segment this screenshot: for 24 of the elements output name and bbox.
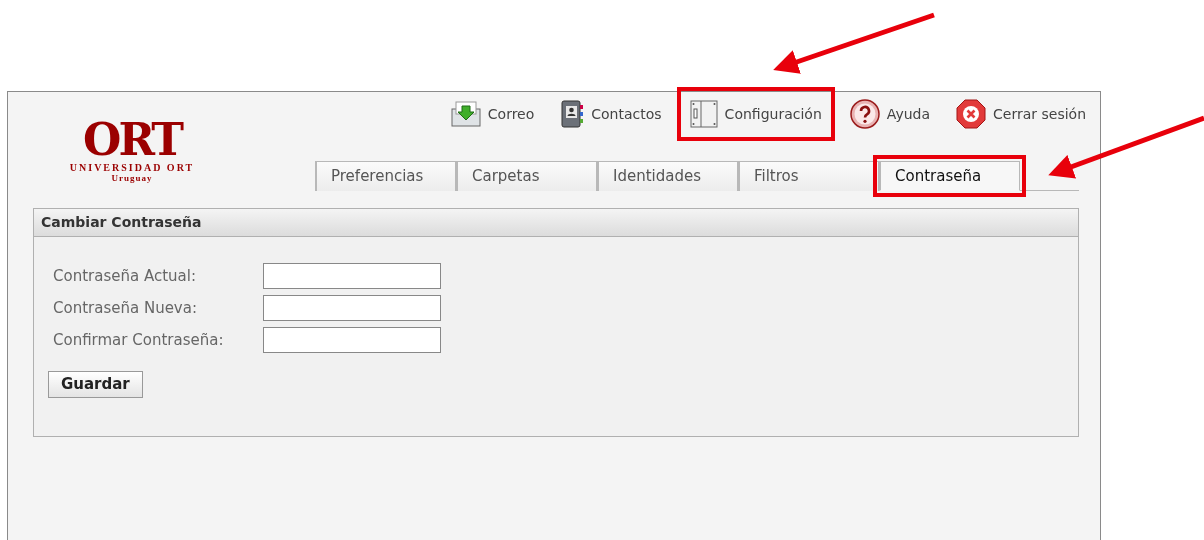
nav-link[interactable]: Contactos bbox=[560, 98, 662, 130]
inbox-icon bbox=[450, 101, 481, 127]
help-icon bbox=[849, 99, 880, 129]
password-field[interactable] bbox=[263, 327, 441, 353]
field-label: Contraseña Nueva: bbox=[53, 297, 198, 319]
password-field[interactable] bbox=[263, 263, 441, 289]
save-button[interactable]: Guardar bbox=[48, 371, 143, 398]
logo-subtitle: Uruguay bbox=[111, 173, 153, 183]
address-book-icon bbox=[560, 100, 585, 128]
nav-link[interactable]: Ayuda bbox=[849, 98, 931, 130]
field-label: Confirmar Contraseña: bbox=[53, 329, 225, 351]
field-label: Contraseña Actual: bbox=[53, 265, 197, 287]
password-field[interactable] bbox=[263, 295, 441, 321]
nav-link[interactable]: Cerrar sesión bbox=[956, 98, 1086, 130]
tab[interactable]: Filtros bbox=[738, 161, 879, 191]
close-icon bbox=[956, 99, 987, 129]
panel-door-icon bbox=[689, 100, 718, 128]
nav-link[interactable]: Configuración bbox=[687, 98, 824, 130]
tab[interactable]: Carpetas bbox=[456, 161, 597, 191]
tab[interactable]: Preferencias bbox=[315, 161, 456, 191]
logo-wordmark: ORT bbox=[83, 118, 181, 162]
nav-link[interactable]: Correo bbox=[450, 98, 535, 130]
tab[interactable]: Identidades bbox=[597, 161, 738, 191]
logo-name: UNIVERSIDAD ORT bbox=[69, 162, 195, 173]
